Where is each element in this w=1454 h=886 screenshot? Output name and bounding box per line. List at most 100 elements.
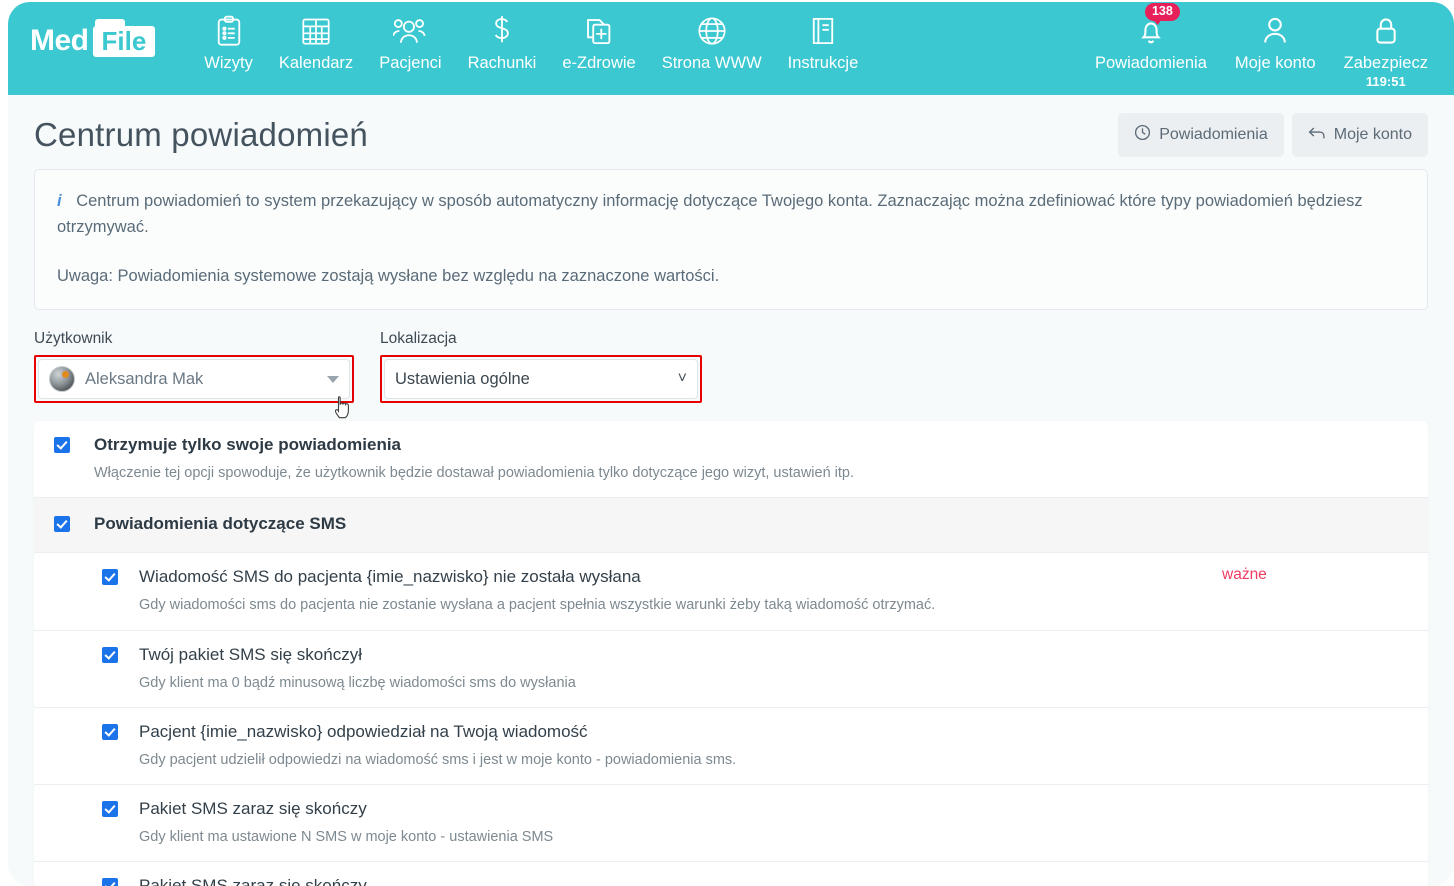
- info-paragraph-wrap: i Centrum powiadomień to system przekazu…: [57, 188, 1405, 241]
- notification-title: Pacjent {imie_nazwisko} odpowiedział na …: [139, 721, 588, 741]
- logo[interactable]: Med File: [30, 18, 156, 58]
- notifications-list: Otrzymuje tylko swoje powiadomienia Włącz…: [34, 421, 1428, 886]
- nav-item-moje-konto[interactable]: Moje konto: [1221, 12, 1330, 73]
- nav-item-label: Strona WWW: [661, 54, 762, 72]
- my-account-button[interactable]: Moje konto: [1291, 113, 1428, 157]
- nav-item-label: e-Zdrowie: [562, 54, 636, 72]
- nav-item-zabezpiecz[interactable]: Zabezpiecz 119:51: [1330, 12, 1442, 89]
- nav-right-group: 138 Powiadomienia Moje konto Zabezpiecz …: [1081, 3, 1442, 89]
- calendar-icon: [301, 12, 331, 50]
- filters: Użytkownik Aleksandra Mak Lokalizacja Us…: [34, 330, 1428, 404]
- person-icon: [1262, 12, 1288, 50]
- bell-icon: 138: [1137, 3, 1180, 50]
- nav-item-rachunki[interactable]: Rachunki: [455, 12, 550, 73]
- notification-row: Wiadomość SMS do pacjenta {imie_nazwisko…: [34, 553, 1428, 631]
- notification-title: Wiadomość SMS do pacjenta {imie_nazwisko…: [139, 567, 641, 587]
- notification-checkbox[interactable]: [102, 646, 118, 663]
- avatar: [49, 366, 75, 393]
- notification-body: Pakiet SMS zaraz się skończy Gdy klient m…: [139, 798, 1218, 847]
- dollar-icon: [491, 12, 513, 50]
- chevron-down-icon[interactable]: [327, 375, 339, 383]
- nav-item-wizyty[interactable]: Wizyty: [191, 12, 266, 73]
- notification-body: Otrzymuje tylko swoje powiadomienia Włącz…: [94, 434, 1218, 483]
- filter-location-highlight: Ustawienia ogólne ˅: [380, 355, 702, 404]
- notification-row: Pakiet SMS zaraz się skończy Gdy klient m…: [34, 785, 1428, 863]
- notification-row: Powiadomienia dotyczące SMS: [34, 498, 1428, 554]
- notification-row: Pakiet SMS zaraz się skończyGdy klient m…: [34, 862, 1428, 886]
- nav-item-label: Moje konto: [1234, 54, 1316, 72]
- notification-checkbox[interactable]: [102, 569, 118, 586]
- notifications-button-label: Powiadomienia: [1159, 126, 1268, 143]
- app-window: Med File Wizyty Kalendarz Pacjenci Rachu…: [8, 2, 1454, 886]
- notification-tag: ważne: [1222, 566, 1267, 584]
- notification-title: Pakiet SMS zaraz się skończy: [139, 876, 367, 886]
- nav-item-pacjenci[interactable]: Pacjenci: [366, 12, 454, 73]
- nav-item-label: Rachunki: [467, 54, 537, 72]
- filter-location: Lokalizacja Ustawienia ogólne ˅: [380, 330, 702, 404]
- filter-user-highlight: Aleksandra Mak: [34, 355, 354, 404]
- clock-icon: [1134, 124, 1151, 146]
- notification-body: Pacjent {imie_nazwisko} odpowiedział na …: [139, 721, 1218, 770]
- notification-title: Pakiet SMS zaraz się skończy: [139, 799, 367, 819]
- nav-item-label: Pacjenci: [379, 54, 442, 72]
- nav-item-label: Zabezpiecz: [1343, 54, 1428, 72]
- page-content: Centrum powiadomień Powiadomienia Moje k…: [8, 95, 1454, 886]
- notification-checkbox[interactable]: [102, 878, 118, 886]
- page-header: Centrum powiadomień Powiadomienia Moje k…: [34, 95, 1428, 169]
- nav-item-label: Instrukcje: [787, 54, 859, 72]
- globe-icon: [697, 12, 727, 50]
- notification-checkbox[interactable]: [102, 723, 118, 740]
- logo-folder-tab: [94, 18, 125, 27]
- nav-item-e-zdrowie[interactable]: e-Zdrowie: [549, 12, 648, 73]
- nav-item-strona-www[interactable]: Strona WWW: [649, 12, 775, 73]
- filter-location-label: Lokalizacja: [380, 330, 457, 348]
- lock-icon: [1373, 12, 1399, 50]
- location-select[interactable]: Ustawienia ogólne ˅: [384, 359, 698, 400]
- notification-description: Gdy klient ma ustawione N SMS w moje kon…: [139, 828, 554, 845]
- nav-item-powiadomienia[interactable]: 138 Powiadomienia: [1081, 3, 1221, 73]
- back-arrow-icon: [1308, 125, 1326, 146]
- location-select-value: Ustawienia ogólne: [395, 369, 530, 388]
- filter-user: Użytkownik Aleksandra Mak: [34, 330, 354, 404]
- notifications-badge: 138: [1144, 3, 1180, 24]
- people-icon: [393, 12, 427, 50]
- notification-title: Powiadomienia dotyczące SMS: [94, 514, 347, 534]
- notification-body: Wiadomość SMS do pacjenta {imie_nazwisko…: [139, 566, 1218, 615]
- nav-item-label: Kalendarz: [278, 54, 354, 72]
- notification-body: Powiadomienia dotyczące SMS: [94, 513, 1218, 536]
- chevron-down-icon[interactable]: ˅: [678, 370, 687, 388]
- notification-description: Gdy klient ma 0 bądź minusową liczbę wia…: [139, 674, 576, 691]
- security-timer: 119:51: [1365, 74, 1406, 89]
- nav-item-instrukcje[interactable]: Instrukcje: [775, 12, 872, 73]
- my-account-button-label: Moje konto: [1333, 126, 1412, 143]
- nav-item-label: Wizyty: [204, 54, 253, 72]
- nav-item-kalendarz[interactable]: Kalendarz: [266, 12, 366, 73]
- notification-checkbox[interactable]: [102, 801, 118, 818]
- book-icon: [810, 12, 836, 50]
- logo-text-file: File: [92, 18, 156, 57]
- nav-item-label: Powiadomienia: [1094, 54, 1207, 72]
- notification-row: Twój pakiet SMS się skończył Gdy klient m…: [34, 631, 1428, 708]
- medical-file-icon: [585, 12, 613, 50]
- top-navbar: Med File Wizyty Kalendarz Pacjenci Rachu…: [8, 2, 1454, 95]
- logo-file-label: File: [101, 25, 147, 56]
- notification-title: Otrzymuje tylko swoje powiadomienia: [94, 435, 402, 455]
- user-select-value: Aleksandra Mak: [85, 369, 204, 388]
- notifications-button[interactable]: Powiadomienia: [1118, 113, 1284, 157]
- page-title: Centrum powiadomień: [34, 116, 368, 153]
- info-panel: i Centrum powiadomień to system przekazu…: [34, 169, 1428, 311]
- notification-checkbox[interactable]: [54, 437, 70, 454]
- clipboard-icon: [215, 12, 243, 50]
- notification-description: Włączenie tej opcji spowoduje, że użytko…: [94, 465, 855, 482]
- notification-body: Twój pakiet SMS się skończył Gdy klient m…: [139, 644, 1218, 693]
- notification-checkbox[interactable]: [54, 516, 70, 533]
- notification-description: Gdy wiadomości sms do pacjenta nie zosta…: [139, 597, 936, 614]
- info-paragraph: Centrum powiadomień to system przekazują…: [57, 192, 1363, 237]
- info-note: Uwaga: Powiadomienia systemowe zostają w…: [57, 266, 720, 285]
- nav-items: Wizyty Kalendarz Pacjenci Rachunki e-Zdr…: [191, 12, 871, 73]
- filter-user-label: Użytkownik: [34, 330, 113, 348]
- logo-text-med: Med: [30, 24, 89, 57]
- page-header-buttons: Powiadomienia Moje konto: [1118, 113, 1428, 157]
- notification-description: Gdy pacjent udzielił odpowiedzi na wiado…: [139, 751, 737, 768]
- user-select[interactable]: Aleksandra Mak: [38, 359, 350, 400]
